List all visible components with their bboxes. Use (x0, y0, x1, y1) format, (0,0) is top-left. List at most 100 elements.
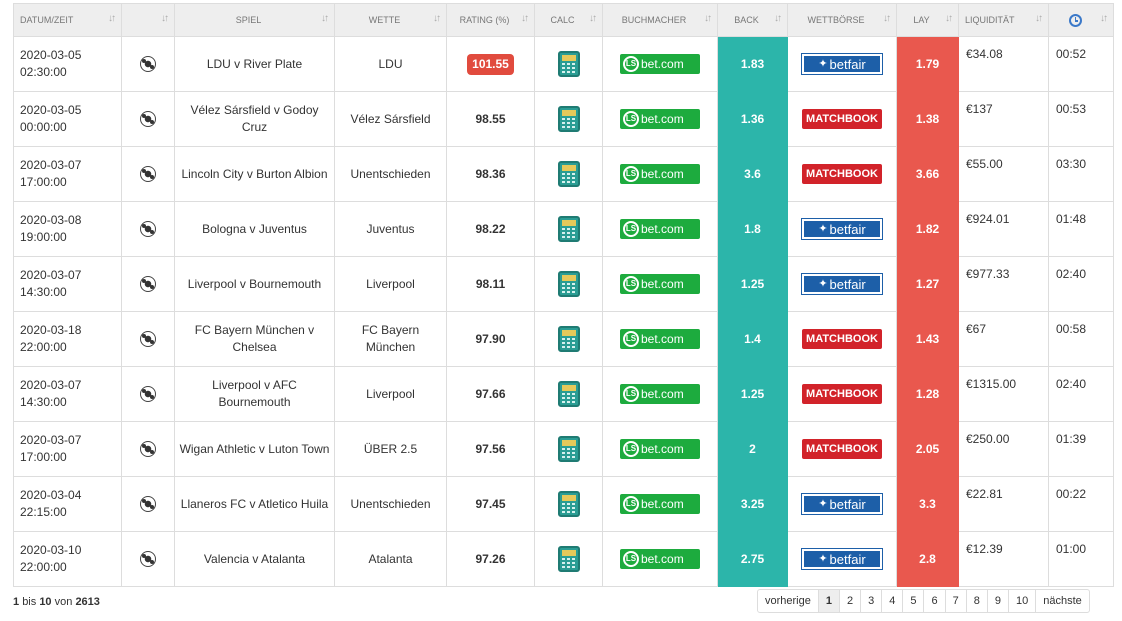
sort-arrows-icon[interactable]: ↓↑ (589, 13, 597, 24)
back-odds-cell[interactable]: 1.25 (717, 366, 788, 422)
pagination-page-3[interactable]: 3 (860, 590, 881, 612)
lay-odds-cell[interactable]: 3.66 (896, 146, 959, 202)
calculator-icon[interactable] (557, 436, 580, 462)
lay-odds-cell[interactable]: 1.27 (896, 256, 959, 312)
calculator-icon[interactable] (557, 161, 580, 187)
bookmaker-logo[interactable]: LS bet.com (620, 274, 700, 294)
calculator-keys (561, 503, 576, 513)
pagination-page-10[interactable]: 10 (1007, 590, 1035, 612)
pagination-page-2[interactable]: 2 (838, 590, 860, 612)
back-odds-cell[interactable]: 3.25 (717, 476, 788, 532)
betfair-logo[interactable]: ✦ betfair (801, 493, 883, 515)
back-odds-cell[interactable]: 2.75 (717, 531, 788, 587)
calculator-icon[interactable] (557, 381, 580, 407)
pagination-page-8[interactable]: 8 (965, 590, 987, 612)
sort-arrows-icon[interactable]: ↓↑ (321, 13, 329, 24)
pagination-page-4[interactable]: 4 (881, 590, 902, 612)
sort-arrows-icon[interactable]: ↓↑ (108, 13, 116, 24)
exchange-cell: MATCHBOOK (787, 311, 897, 367)
lay-odds-cell[interactable]: 1.43 (896, 311, 959, 367)
lay-odds-cell[interactable]: 2.05 (896, 421, 959, 477)
back-odds-cell[interactable]: 2 (717, 421, 788, 477)
column-header-lay[interactable]: Lay ↓↑ (896, 3, 959, 37)
sort-arrows-icon[interactable]: ↓↑ (433, 13, 441, 24)
time-remaining-cell: 01:00 (1048, 531, 1114, 587)
bookmaker-logo[interactable]: LS bet.com (620, 109, 700, 129)
matchbook-logo[interactable]: MATCHBOOK (802, 329, 882, 349)
rating-cell: 98.55 (446, 91, 535, 147)
betfair-star-icon: ✦ (818, 552, 828, 565)
matchbook-logo[interactable]: MATCHBOOK (802, 439, 882, 459)
betfair-logo[interactable]: ✦ betfair (801, 273, 883, 295)
pagination-page-5[interactable]: 5 (902, 590, 923, 612)
back-odds-cell[interactable]: 3.6 (717, 146, 788, 202)
column-header-liquiditaet[interactable]: Liquidität ↓↑ (958, 3, 1049, 37)
calculator-icon[interactable] (557, 326, 580, 352)
back-odds-cell[interactable]: 1.4 (717, 311, 788, 367)
lay-odds-cell[interactable]: 1.38 (896, 91, 959, 147)
column-header-spiel[interactable]: Spiel ↓↑ (174, 3, 335, 37)
lay-odds-cell[interactable]: 3.3 (896, 476, 959, 532)
column-header-wette[interactable]: Wette ↓↑ (334, 3, 447, 37)
bookmaker-logo[interactable]: LS bet.com (620, 164, 700, 184)
sort-arrows-icon[interactable]: ↓↑ (883, 13, 891, 24)
pagination-page-1[interactable]: 1 (817, 590, 839, 612)
sort-arrows-icon[interactable]: ↓↑ (945, 13, 953, 24)
column-header-wettboerse[interactable]: Wettbörse ↓↑ (787, 3, 897, 37)
sport-cell (121, 311, 175, 367)
betfair-star-icon: ✦ (818, 497, 828, 510)
betfair-logo[interactable]: ✦ betfair (801, 53, 883, 75)
matchbook-logo[interactable]: MATCHBOOK (802, 109, 882, 129)
calculator-icon[interactable] (557, 51, 580, 77)
bookmaker-logo[interactable]: LS bet.com (620, 549, 700, 569)
lay-odds-cell[interactable]: 1.79 (896, 36, 959, 92)
pagination-page-6[interactable]: 6 (923, 590, 944, 612)
sort-arrows-icon[interactable]: ↓↑ (161, 13, 169, 24)
bookmaker-logo-badge: LS (623, 111, 639, 127)
column-header-calc[interactable]: Calc ↓↑ (534, 3, 603, 37)
column-header-time[interactable]: ↓↑ (1048, 3, 1114, 37)
pagination-page-9[interactable]: 9 (986, 590, 1008, 612)
back-odds-cell[interactable]: 1.83 (717, 36, 788, 92)
column-header-back[interactable]: Back ↓↑ (717, 3, 788, 37)
matchbook-logo[interactable]: MATCHBOOK (802, 164, 882, 184)
column-header-buchmacher[interactable]: Buchmacher ↓↑ (602, 3, 718, 37)
bookmaker-logo-text: bet.com (641, 551, 684, 566)
back-odds-cell[interactable]: 1.36 (717, 91, 788, 147)
calculator-icon[interactable] (557, 271, 580, 297)
bookmaker-logo[interactable]: LS bet.com (620, 494, 700, 514)
bookmaker-logo[interactable]: LS bet.com (620, 219, 700, 239)
bookmaker-logo[interactable]: LS bet.com (620, 384, 700, 404)
bookmaker-logo[interactable]: LS bet.com (620, 439, 700, 459)
bookmaker-logo[interactable]: LS bet.com (620, 54, 700, 74)
pagination-next-button[interactable]: nächste (1035, 590, 1089, 612)
pagination-page-7[interactable]: 7 (944, 590, 966, 612)
calculator-icon[interactable] (557, 216, 580, 242)
back-odds-cell[interactable]: 1.8 (717, 201, 788, 257)
betfair-logo[interactable]: ✦ betfair (801, 218, 883, 240)
sort-arrows-icon[interactable]: ↓↑ (1035, 13, 1043, 24)
sort-arrows-icon[interactable]: ↓↑ (774, 13, 782, 24)
liquidity-cell: €1315.00 (958, 366, 1049, 422)
calculator-icon[interactable] (557, 106, 580, 132)
calculator-screen (561, 165, 576, 171)
sort-arrows-icon[interactable]: ↓↑ (521, 13, 529, 24)
lay-odds-cell[interactable]: 2.8 (896, 531, 959, 587)
pagination-prev-button[interactable]: vorherige (758, 590, 818, 612)
sort-arrows-icon[interactable]: ↓↑ (704, 13, 712, 24)
betfair-logo[interactable]: ✦ betfair (801, 548, 883, 570)
bookmaker-logo[interactable]: LS bet.com (620, 329, 700, 349)
calculator-icon[interactable] (557, 546, 580, 572)
calculator-icon[interactable] (557, 491, 580, 517)
lay-odds-cell[interactable]: 1.82 (896, 201, 959, 257)
column-header-sport[interactable]: ↓↑ (121, 3, 175, 37)
bookmaker-logo-text: bet.com (641, 276, 684, 291)
bookmaker-cell: LS bet.com (602, 91, 718, 147)
column-header-rating[interactable]: Rating (%) ↓↑ (446, 3, 535, 37)
clock-icon (1068, 13, 1082, 27)
back-odds-cell[interactable]: 1.25 (717, 256, 788, 312)
matchbook-logo[interactable]: MATCHBOOK (802, 384, 882, 404)
sort-arrows-icon[interactable]: ↓↑ (1100, 13, 1108, 24)
lay-odds-cell[interactable]: 1.28 (896, 366, 959, 422)
column-header-datum[interactable]: Datum/Zeit ↓↑ (13, 3, 122, 37)
